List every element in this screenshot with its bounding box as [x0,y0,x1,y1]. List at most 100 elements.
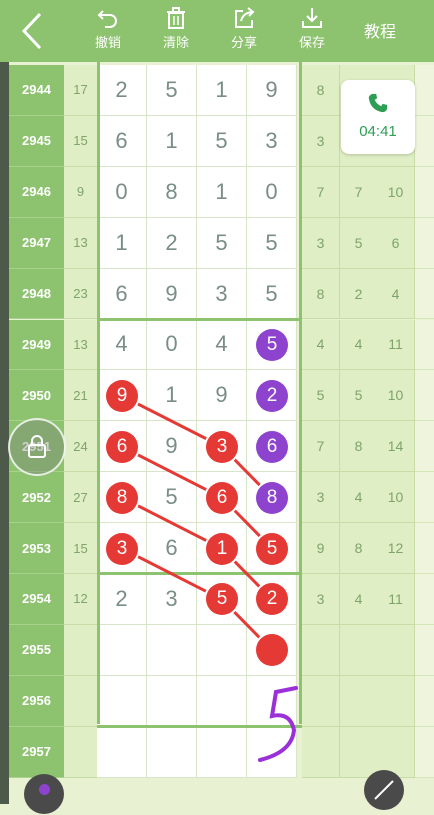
stat-cell [340,624,378,676]
stat-cell: 11 [377,574,415,625]
digit-cell[interactable] [147,624,197,676]
digit-cell[interactable]: 5 [197,115,247,167]
digit-cell[interactable] [197,675,247,727]
edge-cell [415,166,434,218]
stat-cell: 10 [377,166,415,218]
digit-cell[interactable]: 3 [147,574,197,625]
share-label: 分享 [230,35,257,50]
digit-cell[interactable]: 6 [97,268,147,320]
undo-button[interactable]: 撤销 [78,6,138,51]
chevron-left-icon [21,12,42,50]
highlighted-ball[interactable]: 8 [106,481,138,514]
digit-cell[interactable]: 6 [147,523,197,574]
sum-cell: 12 [64,574,97,625]
call-widget[interactable]: 04:41 [341,80,415,154]
digit-cell[interactable]: 5 [147,65,197,116]
digit-cell[interactable]: 0 [97,166,147,218]
edge-cell [415,675,434,727]
digit-cell[interactable]: 8 [147,166,197,218]
save-button[interactable]: 保存 [282,6,342,51]
tutorial-button[interactable]: 教程 [350,18,410,42]
digit-cell[interactable]: 5 [247,268,297,320]
highlighted-ball[interactable]: 6 [106,430,138,463]
digit-cell[interactable]: 3 [197,268,247,320]
stat-cell [340,675,378,727]
stat-cell: 5 [302,370,340,422]
digit-cell[interactable]: 1 [147,115,197,167]
digit-cell[interactable] [197,726,247,778]
stat-cell: 2 [340,268,378,320]
stat-cell: 3 [302,574,340,625]
digit-cell[interactable]: 1 [97,217,147,269]
digit-cell[interactable]: 9 [147,421,197,473]
digit-cell[interactable]: 0 [147,319,197,371]
digit-cell[interactable] [97,675,147,727]
pen-tool-button[interactable] [364,770,404,810]
clear-button[interactable]: 清除 [146,6,206,51]
stat-cell: 4 [340,319,378,371]
issue-cell: 2946 [9,166,64,218]
digit-cell[interactable]: 9 [147,268,197,320]
digit-cell[interactable]: 2 [97,65,147,116]
digit-cell[interactable]: 3 [247,115,297,167]
highlighted-ball[interactable]: 5 [256,328,288,361]
highlighted-ball[interactable]: 2 [256,379,288,412]
stat-cell [302,675,340,727]
sum-cell [64,726,97,778]
undo-icon [97,10,117,28]
highlighted-ball[interactable]: 6 [256,430,288,463]
share-button[interactable]: 分享 [214,6,274,51]
issue-cell: 2947 [9,217,64,269]
stat-cell [302,624,340,676]
issue-cell: 2953 [9,523,64,574]
stat-cell: 7 [340,166,378,218]
digit-cell[interactable] [147,675,197,727]
issue-cell: 2955 [9,624,64,676]
edge-cell [415,115,434,167]
digit-cell[interactable] [97,726,147,778]
edge-cell [415,574,434,625]
highlighted-ball[interactable]: 3 [206,430,238,463]
digit-cell[interactable]: 1 [197,166,247,218]
digit-block-border [97,62,100,724]
pen-color-button[interactable] [24,774,64,814]
table-row: 2956 [0,675,434,727]
lock-button[interactable] [8,418,66,476]
edge-cell [415,65,434,116]
digit-cell[interactable] [97,624,147,676]
digit-cell[interactable]: 6 [97,115,147,167]
sum-cell: 23 [64,268,97,320]
digit-cell[interactable] [247,675,297,727]
digit-cell[interactable]: 2 [97,574,147,625]
digit-cell[interactable]: 5 [147,472,197,524]
digit-cell[interactable]: 9 [197,370,247,422]
highlighted-ball[interactable]: 3 [106,532,138,565]
digit-cell[interactable]: 4 [197,319,247,371]
highlighted-ball[interactable]: 8 [256,481,288,514]
sum-cell: 17 [64,65,97,116]
digit-cell[interactable]: 1 [147,370,197,422]
digit-cell[interactable]: 5 [247,217,297,269]
digit-cell[interactable] [247,726,297,778]
digit-cell[interactable]: 0 [247,166,297,218]
digit-cell[interactable]: 2 [147,217,197,269]
digit-cell[interactable]: 5 [197,217,247,269]
pen-icon [374,780,394,800]
digit-cell[interactable]: 4 [97,319,147,371]
digit-cell[interactable]: 9 [247,65,297,116]
color-dot-icon [39,784,50,795]
trash-icon [167,7,185,29]
highlighted-ball[interactable]: 9 [106,379,138,412]
stat-cell: 7 [302,166,340,218]
undo-label: 撤销 [94,35,121,50]
back-button[interactable] [0,0,64,62]
highlighted-ball[interactable]: 5 [256,532,288,565]
edge-cell [415,421,434,473]
digit-cell[interactable] [197,624,247,676]
highlighted-ball[interactable]: 1 [206,532,238,565]
digit-cell[interactable] [147,726,197,778]
issue-cell: 2950 [9,370,64,422]
stat-cell: 8 [302,65,340,116]
highlighted-ball[interactable]: 6 [206,481,238,514]
digit-cell[interactable]: 1 [197,65,247,116]
